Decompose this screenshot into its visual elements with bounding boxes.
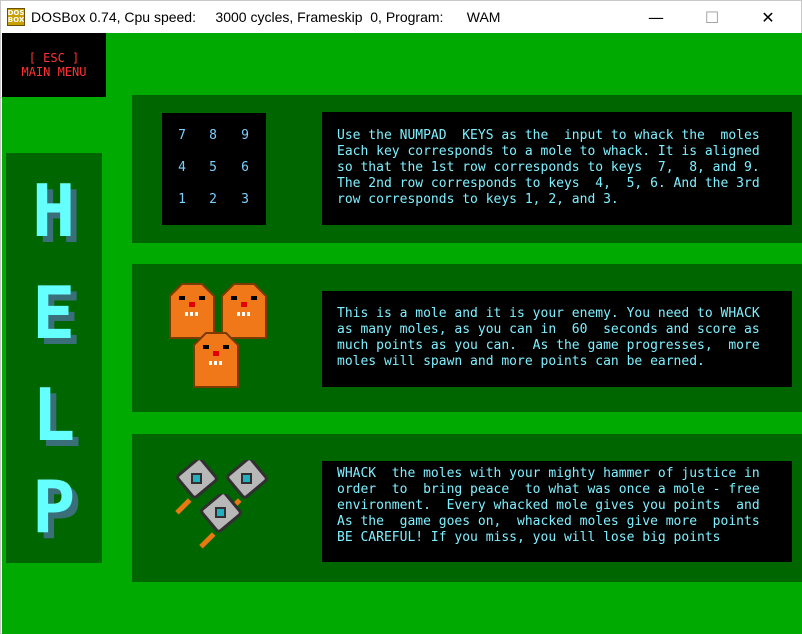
hammer-description: WHACK the moles with your mighty hammer … [322,461,792,562]
window-title: DOSBox 0.74, Cpu speed: 3000 cycles, Fra… [31,9,501,25]
help-letter-h: H [32,169,76,253]
numpad-key-5: 5 [209,160,217,175]
hammer-help-section: WHACK the moles with your mighty hammer … [132,434,802,582]
help-letter-e: E [32,271,76,355]
close-icon: ✕ [761,7,775,27]
minimize-icon: — [648,7,664,27]
help-letter-p: P [32,465,76,549]
numpad-help-section: 7 8 9 4 5 6 1 2 3 Use the NUMPAD KEYS as… [132,95,802,243]
numpad-key-9: 9 [241,128,249,143]
mole-help-section: This is a mole and it is your enemy. You… [132,264,802,412]
numpad-key-4: 4 [178,160,186,175]
numpad-description: Use the NUMPAD KEYS as the input to whac… [322,112,792,225]
numpad-key-2: 2 [209,192,217,207]
numpad-grid: 7 8 9 4 5 6 1 2 3 [162,113,266,225]
dosbox-window: DOS BOX DOSBox 0.74, Cpu speed: 3000 cyc… [0,0,802,634]
hammer-icon [199,494,242,549]
game-screen: [ ESC ] MAIN MENU H E L P 7 8 9 4 5 6 1 … [2,33,802,634]
numpad-key-6: 6 [241,160,249,175]
minimize-button[interactable]: — [633,1,679,33]
close-button[interactable]: ✕ [745,1,791,33]
dosbox-app-icon[interactable]: DOS BOX [7,8,25,26]
title-bar[interactable]: DOS BOX DOSBox 0.74, Cpu speed: 3000 cyc… [1,1,801,33]
main-menu-button[interactable]: [ ESC ] MAIN MENU [2,33,106,97]
main-menu-label: MAIN MENU [21,65,87,79]
numpad-key-7: 7 [178,128,186,143]
maximize-button[interactable]: ☐ [689,1,735,33]
numpad-key-3: 3 [241,192,249,207]
mole-icon [193,332,239,388]
esc-label: [ ESC ] [28,51,80,65]
help-title-panel: H E L P [6,153,102,563]
numpad-key-8: 8 [209,128,217,143]
maximize-icon: ☐ [704,7,720,27]
numpad-key-1: 1 [178,192,186,207]
mole-description: This is a mole and it is your enemy. You… [322,291,792,387]
help-letter-l: L [32,373,76,457]
